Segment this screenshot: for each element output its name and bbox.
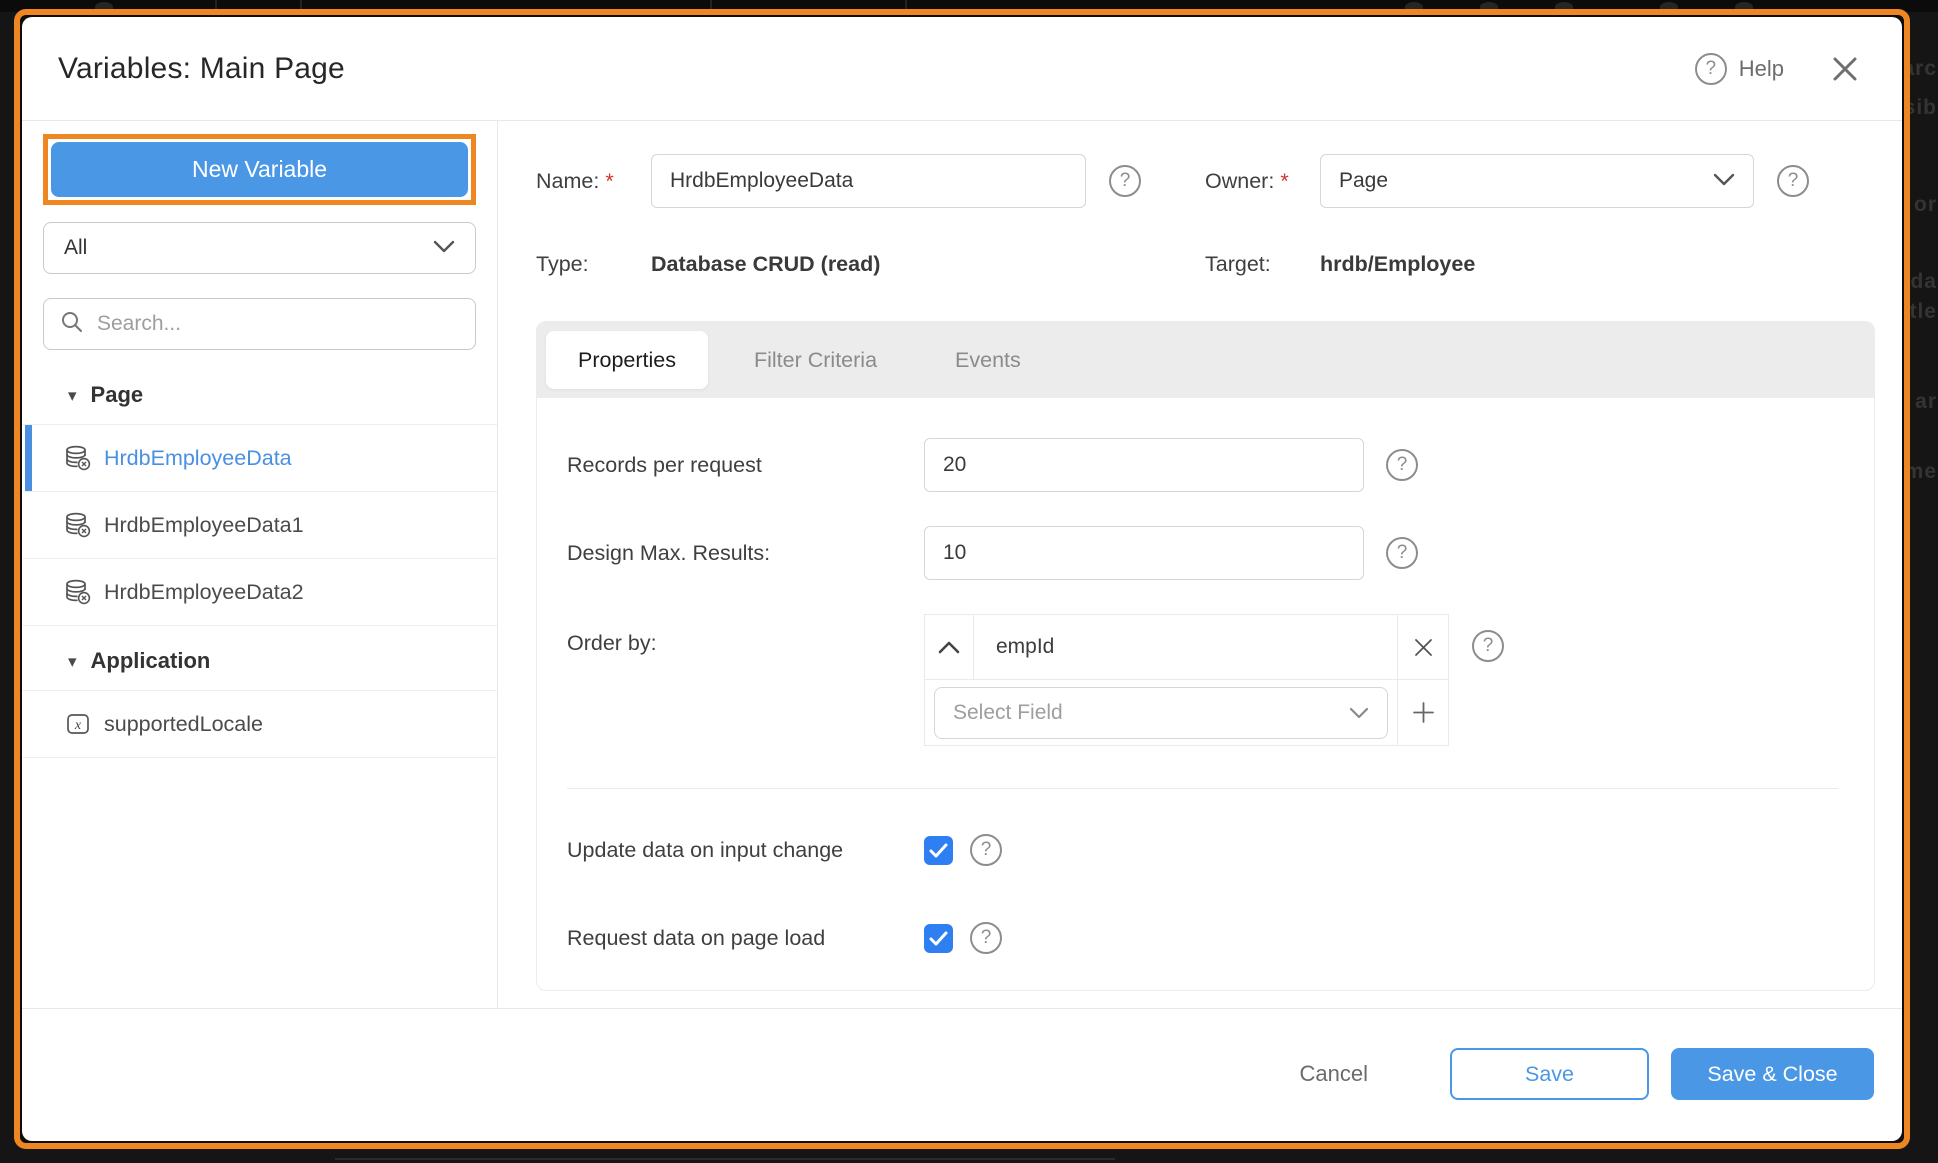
sidebar-item-hrdbemployeedata[interactable]: HrdbEmployeeData <box>22 425 497 492</box>
dialog-footer: Cancel Save Save & Close <box>22 1008 1902 1141</box>
design-max-results-label: Design Max. Results: <box>567 541 924 566</box>
database-icon <box>64 578 92 606</box>
owner-dropdown[interactable]: Page <box>1320 154 1754 208</box>
order-by-editor: empId Select Field <box>924 614 1449 746</box>
tab-filter-criteria[interactable]: Filter Criteria <box>722 331 909 389</box>
owner-value: Page <box>1339 169 1388 193</box>
owner-help-icon[interactable]: ? <box>1777 165 1809 197</box>
variable-details: Name:* ? Owner:* Page ? Type: Database C… <box>498 121 1902 1008</box>
request-on-load-help-icon[interactable]: ? <box>970 922 1002 954</box>
name-field[interactable] <box>651 154 1086 208</box>
records-per-request-label: Records per request <box>567 453 924 478</box>
svg-text:x: x <box>74 718 82 733</box>
sidebar-search[interactable] <box>43 298 476 350</box>
records-per-request-field[interactable] <box>924 438 1364 492</box>
required-asterisk: * <box>605 169 613 193</box>
sidebar-item-hrdbemployeedata2[interactable]: HrdbEmployeeData2 <box>22 559 497 626</box>
required-asterisk: * <box>1280 169 1288 193</box>
add-order-field-button[interactable] <box>1397 679 1448 745</box>
update-on-change-label: Update data on input change <box>567 838 924 863</box>
order-by-field-value[interactable]: empId <box>974 615 1397 679</box>
help-link[interactable]: Help <box>1739 56 1784 82</box>
tab-bar: Properties Filter Criteria Events <box>537 322 1874 398</box>
tab-events[interactable]: Events <box>923 331 1053 389</box>
variable-name: HrdbEmployeeData <box>104 446 292 471</box>
variables-dialog: Variables: Main Page ? Help New Variable… <box>22 17 1902 1141</box>
request-on-load-checkbox[interactable] <box>924 924 953 953</box>
divider <box>567 788 1838 789</box>
update-on-change-checkbox[interactable] <box>924 836 953 865</box>
records-help-icon[interactable]: ? <box>1386 449 1418 481</box>
database-icon <box>64 511 92 539</box>
save-button[interactable]: Save <box>1450 1048 1649 1100</box>
search-icon <box>60 310 84 339</box>
select-field-dropdown[interactable]: Select Field <box>934 687 1388 739</box>
variable-type-filter-value: All <box>64 236 87 260</box>
sidebar-item-supportedlocale[interactable]: x supportedLocale <box>22 691 497 758</box>
name-help-icon[interactable]: ? <box>1109 165 1141 197</box>
type-value: Database CRUD (read) <box>651 252 1086 277</box>
sort-ascending-toggle[interactable] <box>925 615 974 679</box>
cancel-button[interactable]: Cancel <box>1290 1048 1378 1100</box>
order-by-help-icon[interactable]: ? <box>1472 630 1504 662</box>
dialog-header: Variables: Main Page ? Help <box>22 17 1902 121</box>
database-icon <box>64 444 92 472</box>
dialog-title: Variables: Main Page <box>58 52 345 86</box>
name-label: Name:* <box>536 169 651 194</box>
sidebar-section-application[interactable]: ▾ Application <box>22 626 497 691</box>
update-on-change-help-icon[interactable]: ? <box>970 834 1002 866</box>
variable-name: supportedLocale <box>104 712 263 737</box>
help-icon[interactable]: ? <box>1695 53 1727 85</box>
owner-label: Owner:* <box>1205 169 1320 194</box>
annotation-highlight-frame: Variables: Main Page ? Help New Variable… <box>14 9 1910 1149</box>
variable-name: HrdbEmployeeData1 <box>104 513 304 538</box>
variables-sidebar: New Variable All ▾ Page <box>22 121 498 1008</box>
sidebar-section-page[interactable]: ▾ Page <box>22 382 497 425</box>
sidebar-item-hrdbemployeedata1[interactable]: HrdbEmployeeData1 <box>22 492 497 559</box>
request-on-load-label: Request data on page load <box>567 926 924 951</box>
caret-down-icon: ▾ <box>68 387 77 404</box>
annotation-highlight-button: New Variable <box>43 134 476 205</box>
chevron-down-icon <box>1713 169 1735 193</box>
background-line <box>335 1158 1115 1160</box>
order-by-label: Order by: <box>567 614 924 746</box>
caret-down-icon: ▾ <box>68 653 77 670</box>
search-input[interactable] <box>97 312 459 336</box>
new-variable-button[interactable]: New Variable <box>51 142 468 197</box>
type-label: Type: <box>536 252 651 277</box>
remove-order-field-button[interactable] <box>1397 615 1448 679</box>
close-icon[interactable] <box>1828 52 1862 86</box>
max-results-help-icon[interactable]: ? <box>1386 537 1418 569</box>
target-label: Target: <box>1205 252 1320 277</box>
variable-name: HrdbEmployeeData2 <box>104 580 304 605</box>
save-and-close-button[interactable]: Save & Close <box>1671 1048 1874 1100</box>
tab-properties[interactable]: Properties <box>546 331 708 389</box>
chevron-down-icon <box>433 236 455 260</box>
variable-icon: x <box>64 710 92 738</box>
design-max-results-field[interactable] <box>924 526 1364 580</box>
chevron-down-icon <box>1349 701 1369 725</box>
variable-type-filter-dropdown[interactable]: All <box>43 222 476 274</box>
target-value: hrdb/Employee <box>1320 252 1754 277</box>
variable-settings-panel: Properties Filter Criteria Events Record… <box>536 321 1875 991</box>
